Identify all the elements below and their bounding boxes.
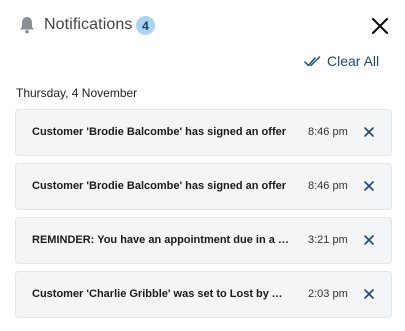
notification-time: 8:46 pm [308,180,348,192]
notification-time: 3:21 pm [308,234,348,246]
date-heading: Thursday, 4 November [16,86,138,100]
panel-header: Notifications 4 [0,0,405,52]
close-icon[interactable] [368,14,392,38]
notification-time: 2:03 pm [308,288,348,300]
bell-icon [20,17,34,34]
notification-text: Customer 'Brodie Balcombe' has signed an… [32,126,287,138]
notification-item[interactable]: Customer 'Charlie Gribble' was set to Lo… [15,271,392,318]
notification-time: 8:46 pm [308,126,348,138]
notification-count-badge: 4 [136,16,155,35]
notification-item[interactable]: Customer 'Brodie Balcombe' has signed an… [15,163,392,210]
notification-item[interactable]: REMINDER: You have an appointment due in… [15,217,392,264]
notifications-panel: Notifications 4 Clear All Thursday, 4 No… [0,0,405,331]
clear-all-button[interactable]: Clear All [304,52,379,70]
double-check-icon [304,56,321,67]
dismiss-icon[interactable] [362,125,376,139]
panel-title: Notifications [44,16,133,33]
notification-item[interactable]: Customer 'Brodie Balcombe' has signed an… [15,109,392,156]
dismiss-icon[interactable] [362,287,376,301]
dismiss-icon[interactable] [362,233,376,247]
notification-text: Customer 'Brodie Balcombe' has signed an… [32,180,287,192]
notification-text: REMINDER: You have an appointment due in… [32,234,290,246]
dismiss-icon[interactable] [362,179,376,193]
notification-text: Customer 'Charlie Gribble' was set to Lo… [32,288,290,300]
clear-all-label: Clear All [327,53,380,69]
